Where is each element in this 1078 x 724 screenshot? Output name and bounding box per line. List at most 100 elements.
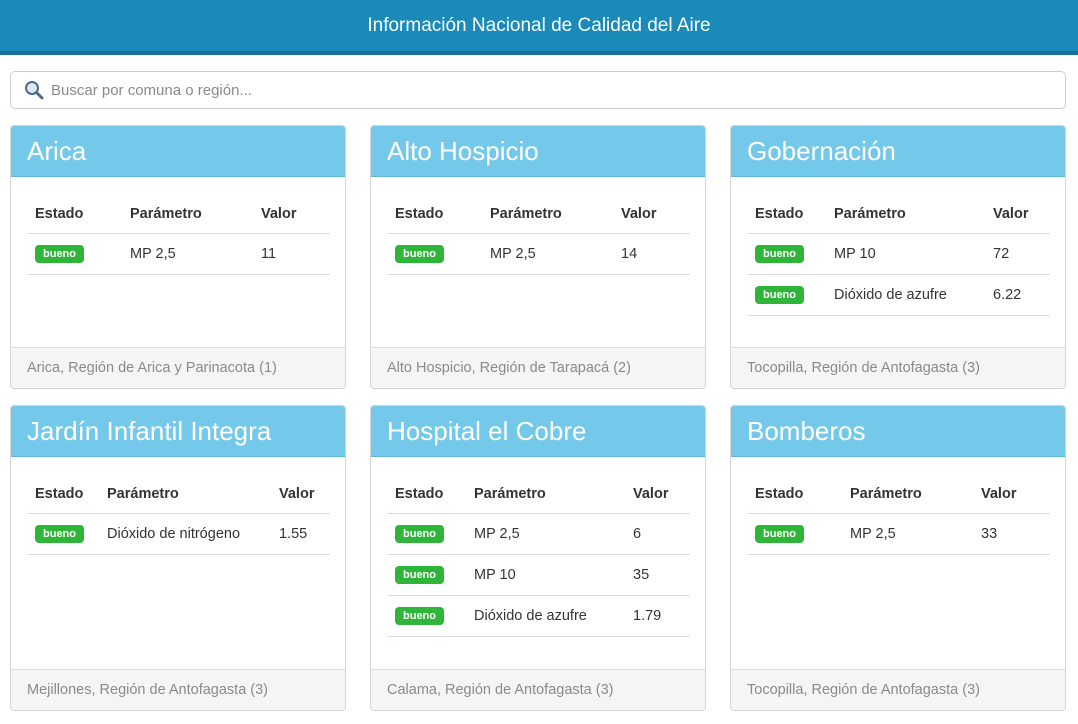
parameter-cell: MP 2,5 (122, 233, 253, 275)
status-cell: bueno (747, 513, 842, 555)
station-card: Alto Hospicio Estado Parámetro Valor bueno MP… (370, 125, 706, 389)
status-cell: bueno (387, 233, 482, 275)
status-cell: bueno (387, 595, 466, 637)
station-location: Mejillones, Región de Antofagasta (3) (11, 669, 345, 710)
table-header-row: Estado Parámetro Valor (387, 475, 690, 514)
parameter-cell: Dióxido de azufre (466, 595, 625, 637)
station-location: Tocopilla, Región de Antofagasta (3) (731, 669, 1065, 710)
parameter-cell: MP 10 (826, 233, 985, 275)
status-cell: bueno (27, 513, 99, 555)
column-header-parametro: Parámetro (466, 475, 625, 514)
parameter-cell: MP 2,5 (466, 513, 625, 555)
column-header-parametro: Parámetro (842, 475, 973, 514)
column-header-estado: Estado (387, 195, 482, 234)
station-name: Hospital el Cobre (387, 415, 587, 446)
column-header-parametro: Parámetro (99, 475, 271, 514)
station-card-body: Estado Parámetro Valor bueno MP 2,5 11 (11, 177, 345, 347)
table-row: bueno Dióxido de nitrógeno 1.55 (27, 513, 330, 555)
column-header-valor: Valor (253, 195, 330, 234)
value-cell: 33 (973, 513, 1050, 555)
column-header-estado: Estado (27, 475, 99, 514)
value-cell: 1.55 (271, 513, 330, 555)
page-title: Información Nacional de Calidad del Aire (367, 14, 711, 36)
table-row: bueno MP 10 72 (747, 233, 1050, 275)
status-badge: bueno (395, 565, 444, 584)
table-row: bueno MP 2,5 14 (387, 233, 690, 275)
status-badge: bueno (35, 524, 84, 543)
station-card-header: Jardín Infantil Integra (11, 406, 345, 457)
value-cell: 14 (613, 233, 690, 275)
parameter-cell: MP 10 (466, 554, 625, 596)
station-card: Jardín Infantil Integra Estado Parámetro Va… (10, 405, 346, 711)
column-header-estado: Estado (747, 475, 842, 514)
status-badge: bueno (395, 244, 444, 263)
station-name: Jardín Infantil Integra (27, 415, 272, 446)
column-header-valor: Valor (271, 475, 330, 514)
top-header-bar: Información Nacional de Calidad del Aire (0, 0, 1078, 55)
column-header-parametro: Parámetro (826, 195, 985, 234)
column-header-estado: Estado (747, 195, 826, 234)
station-card: Hospital el Cobre Estado Parámetro Valor bue… (370, 405, 706, 711)
station-card-header: Arica (11, 126, 345, 177)
parameter-cell: MP 2,5 (842, 513, 973, 555)
table-header-row: Estado Parámetro Valor (387, 195, 690, 234)
station-card-header: Gobernación (731, 126, 1065, 177)
column-header-valor: Valor (973, 475, 1050, 514)
value-cell: 35 (625, 554, 690, 596)
table-header-row: Estado Parámetro Valor (27, 195, 330, 234)
column-header-parametro: Parámetro (122, 195, 253, 234)
table-header-row: Estado Parámetro Valor (747, 195, 1050, 234)
table-row: bueno MP 10 35 (387, 554, 690, 596)
search-bar[interactable] (10, 71, 1066, 109)
station-card-header: Alto Hospicio (371, 126, 705, 177)
measurements-table: Estado Parámetro Valor bueno MP 10 72 bueno Dió… (747, 195, 1050, 316)
value-cell: 6 (625, 513, 690, 555)
table-row: bueno MP 2,5 11 (27, 233, 330, 275)
measurements-table: Estado Parámetro Valor bueno Dióxido de nitr… (27, 475, 330, 555)
station-card-body: Estado Parámetro Valor bueno Dióxido de nitr… (11, 457, 345, 627)
column-header-parametro: Parámetro (482, 195, 613, 234)
status-badge: bueno (395, 524, 444, 543)
status-badge: bueno (755, 524, 804, 543)
column-header-valor: Valor (625, 475, 690, 514)
station-card-header: Bomberos (731, 406, 1065, 457)
station-location: Arica, Región de Arica y Parinacota (1) (11, 347, 345, 388)
table-row: bueno Dióxido de azufre 6.22 (747, 274, 1050, 316)
status-badge: bueno (395, 606, 444, 625)
status-cell: bueno (27, 233, 122, 275)
station-card-body: Estado Parámetro Valor bueno MP 2,5 14 (371, 177, 705, 347)
station-card-header: Hospital el Cobre (371, 406, 705, 457)
table-header-row: Estado Parámetro Valor (747, 475, 1050, 514)
station-name: Gobernación (747, 135, 896, 166)
parameter-cell: Dióxido de nitrógeno (99, 513, 271, 555)
status-cell: bueno (747, 233, 826, 275)
value-cell: 72 (985, 233, 1050, 275)
station-location: Tocopilla, Región de Antofagasta (3) (731, 347, 1065, 388)
table-row: bueno Dióxido de azufre 1.79 (387, 595, 690, 637)
status-cell: bueno (387, 513, 466, 555)
column-header-estado: Estado (27, 195, 122, 234)
search-input[interactable] (51, 81, 1031, 99)
table-row: bueno MP 2,5 6 (387, 513, 690, 555)
measurements-table: Estado Parámetro Valor bueno MP 2,5 6 bueno MP … (387, 475, 690, 637)
station-card: Gobernación Estado Parámetro Valor bueno MP 1… (730, 125, 1066, 389)
measurements-table: Estado Parámetro Valor bueno MP 2,5 14 (387, 195, 690, 275)
column-header-valor: Valor (613, 195, 690, 234)
column-header-estado: Estado (387, 475, 466, 514)
column-header-valor: Valor (985, 195, 1050, 234)
station-name: Alto Hospicio (387, 135, 539, 166)
search-icon (23, 79, 45, 101)
station-card: Bomberos Estado Parámetro Valor bueno MP 2,5 3… (730, 405, 1066, 711)
value-cell: 1.79 (625, 595, 690, 637)
table-header-row: Estado Parámetro Valor (27, 475, 330, 514)
status-cell: bueno (387, 554, 466, 596)
parameter-cell: MP 2,5 (482, 233, 613, 275)
station-card-body: Estado Parámetro Valor bueno MP 2,5 6 bueno MP … (371, 457, 705, 637)
measurements-table: Estado Parámetro Valor bueno MP 2,5 11 (27, 195, 330, 275)
station-card-body: Estado Parámetro Valor bueno MP 2,5 33 (731, 457, 1065, 627)
table-row: bueno MP 2,5 33 (747, 513, 1050, 555)
station-name: Arica (27, 135, 87, 166)
value-cell: 6.22 (985, 274, 1050, 316)
status-badge: bueno (35, 244, 84, 263)
value-cell: 11 (253, 233, 330, 275)
